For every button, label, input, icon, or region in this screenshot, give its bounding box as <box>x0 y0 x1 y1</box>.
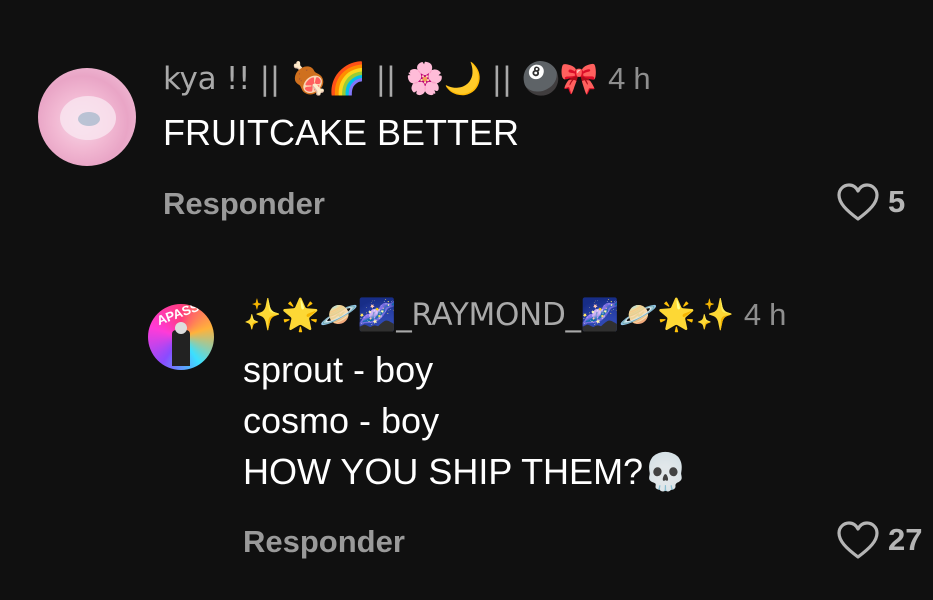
username[interactable]: kya !! || 🍖🌈 || 🌸🌙 || 🎱🎀 4 h <box>163 60 651 97</box>
username-text: ✨🌟🪐🌌_RAYMOND_🌌🪐🌟✨ <box>243 297 734 333</box>
avatar[interactable] <box>38 68 136 166</box>
comment-text: FRUITCAKE BETTER <box>163 112 520 153</box>
reply-button[interactable]: Responder <box>163 186 325 222</box>
like-count: 5 <box>888 184 906 219</box>
like-button[interactable]: 5 <box>836 182 905 222</box>
heart-outline-icon <box>837 521 879 559</box>
comment-text-line: HOW YOU SHIP THEM?💀 <box>243 451 688 492</box>
comment-text-line: cosmo - boy <box>243 400 440 441</box>
avatar-figure <box>172 330 190 366</box>
like-button[interactable]: 27 <box>836 520 922 560</box>
timestamp: 4 h <box>743 297 787 332</box>
heart-outline-icon <box>837 183 879 221</box>
reply-button[interactable]: Responder <box>243 524 405 560</box>
timestamp: 4 h <box>608 61 651 96</box>
avatar-eye <box>78 112 100 126</box>
username-text: kya !! || 🍖🌈 || 🌸🌙 || 🎱🎀 <box>163 61 599 97</box>
username[interactable]: ✨🌟🪐🌌_RAYMOND_🌌🪐🌟✨ 4 h <box>243 296 786 333</box>
comment-text-line: sprout - boy <box>243 349 434 390</box>
avatar[interactable]: APASS <box>148 304 214 370</box>
avatar-head <box>175 322 187 334</box>
like-count: 27 <box>888 522 923 557</box>
